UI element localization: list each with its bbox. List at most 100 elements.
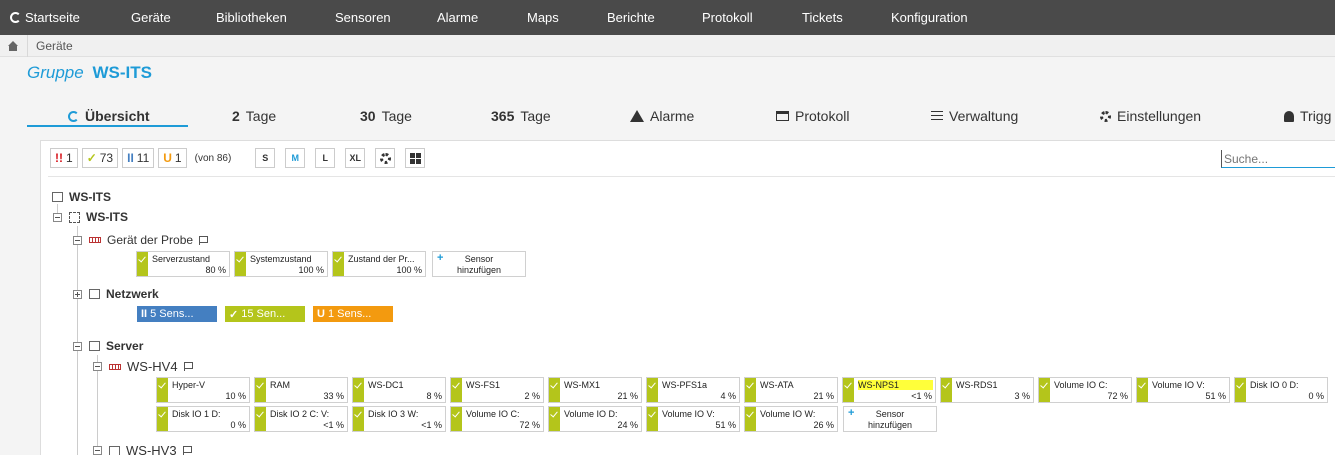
grid-view-button[interactable] <box>405 148 426 168</box>
sensor-tile[interactable]: Disk IO 1 D: 0 % <box>156 406 250 432</box>
network-unusual-summary[interactable]: U 1 Sens... <box>313 306 393 322</box>
sensor-tile[interactable]: WS-ATA 21 % <box>744 377 838 403</box>
size-m-button[interactable]: M <box>285 148 306 168</box>
check-icon <box>235 252 246 276</box>
sensor-tile[interactable]: Disk IO 2 C: V: <1 % <box>254 406 348 432</box>
size-s-button[interactable]: S <box>255 148 276 168</box>
sensor-tile[interactable]: WS-NPS1 <1 % <box>842 377 936 403</box>
add-sensor-button[interactable]: + Sensor hinzufügen <box>432 251 526 277</box>
sensor-value: 0 % <box>1308 391 1324 401</box>
probe-icon <box>69 211 80 223</box>
nav-konfiguration[interactable]: Konfiguration <box>891 0 968 35</box>
sensor-tile[interactable]: WS-FS1 2 % <box>450 377 544 403</box>
unusual-icon: U <box>317 308 325 320</box>
tree-probe-device[interactable]: Gerät der Probe <box>73 233 209 247</box>
nav-label: Startseite <box>25 10 80 25</box>
log-icon <box>776 111 789 121</box>
sensor-tile[interactable]: Volume IO C: 72 % <box>1038 377 1132 403</box>
sensor-tile[interactable]: Volume IO D: 24 % <box>548 406 642 432</box>
size-l-button[interactable]: L <box>315 148 336 168</box>
search-input[interactable] <box>1221 150 1335 168</box>
tab-triggers[interactable]: Trigg <box>1284 108 1331 124</box>
sensor-tile[interactable]: Volume IO V: 51 % <box>646 406 740 432</box>
sensor-tile[interactable]: Serverzustand 80 % <box>136 251 230 277</box>
collapse-icon[interactable] <box>53 212 62 222</box>
sensor-tile[interactable]: Zustand der Pr... 100 % <box>332 251 426 277</box>
sensor-name: WS-RDS1 <box>956 380 998 390</box>
sensor-tile[interactable]: Systemzustand 100 % <box>234 251 328 277</box>
sensor-value: 26 % <box>813 420 834 430</box>
sensor-value: 2 % <box>524 391 540 401</box>
collapse-icon[interactable] <box>73 341 82 351</box>
status-down-filter[interactable]: !! 1 <box>50 148 78 168</box>
sensor-tile[interactable]: Disk IO 3 W: <1 % <box>352 406 446 432</box>
nav-protokoll[interactable]: Protokoll <box>702 0 753 35</box>
group-icon <box>52 192 63 202</box>
check-icon: ✓ <box>86 151 97 165</box>
breadcrumb-current[interactable]: Geräte <box>36 39 73 53</box>
sensor-tile[interactable]: Volume IO V: 51 % <box>1136 377 1230 403</box>
sensor-tile[interactable]: Volume IO W: 26 % <box>744 406 838 432</box>
view-settings-button[interactable] <box>375 148 396 168</box>
tab-manage[interactable]: Verwaltung <box>931 108 1018 124</box>
sensor-tile[interactable]: WS-PFS1a 4 % <box>646 377 740 403</box>
pause-icon: II <box>141 308 148 320</box>
tree-probe-device-label: Gerät der Probe <box>107 233 194 247</box>
tab-2-days[interactable]: 2 Tage <box>232 108 276 124</box>
tab-overview[interactable]: Übersicht <box>68 108 150 124</box>
sensor-tile[interactable]: Hyper-V 10 % <box>156 377 250 403</box>
nav-geraete[interactable]: Geräte <box>131 0 171 35</box>
tab-label: Einstellungen <box>1117 108 1202 124</box>
tab-30-days[interactable]: 30 Tage <box>360 108 412 124</box>
collapse-icon[interactable] <box>93 446 102 455</box>
nav-tickets[interactable]: Tickets <box>802 0 843 35</box>
flag-icon[interactable] <box>182 446 192 455</box>
tree-group-server[interactable]: Server <box>73 339 143 353</box>
sensor-tile[interactable]: WS-MX1 21 % <box>548 377 642 403</box>
tree-root[interactable]: WS-ITS <box>52 190 111 204</box>
nav-alarme[interactable]: Alarme <box>437 0 478 35</box>
sensor-name: RAM <box>270 380 290 390</box>
status-paused-filter[interactable]: II 11 <box>122 148 155 168</box>
collapse-icon[interactable] <box>93 362 102 371</box>
sensor-tile[interactable]: RAM 33 % <box>254 377 348 403</box>
status-unusual-filter[interactable]: U 1 <box>158 148 187 168</box>
device-icon <box>109 363 121 370</box>
home-icon[interactable] <box>7 40 19 51</box>
sensor-tile[interactable]: Volume IO C: 72 % <box>450 406 544 432</box>
tree-probe-label: WS-ITS <box>86 210 128 224</box>
tab-settings[interactable]: Einstellungen <box>1100 108 1201 124</box>
check-icon <box>353 378 364 402</box>
prtg-logo-icon <box>10 12 21 23</box>
add-sensor-button[interactable]: + Sensor hinzufügen <box>843 406 937 432</box>
sensor-value: 21 % <box>813 391 834 401</box>
collapse-icon[interactable] <box>73 235 82 245</box>
check-icon <box>549 407 560 431</box>
nav-sensoren[interactable]: Sensoren <box>335 0 391 35</box>
tree-device-hv3[interactable]: WS-HV3 <box>93 443 192 455</box>
network-paused-summary[interactable]: II 5 Sens... <box>137 306 217 322</box>
flag-icon[interactable] <box>183 362 193 371</box>
nav-bibliotheken[interactable]: Bibliotheken <box>216 0 287 35</box>
sensor-value: 24 % <box>617 420 638 430</box>
sensor-tile[interactable]: WS-DC1 8 % <box>352 377 446 403</box>
sensor-tile[interactable]: Disk IO 0 D: 0 % <box>1234 377 1328 403</box>
tree-device-hv4[interactable]: WS-HV4 <box>93 359 193 374</box>
sensor-tile[interactable]: WS-RDS1 3 % <box>940 377 1034 403</box>
tab-365-days[interactable]: 365 Tage <box>491 108 551 124</box>
tree-group-network[interactable]: Netzwerk <box>73 287 159 301</box>
tab-alarms[interactable]: Alarme <box>630 108 694 124</box>
expand-icon[interactable] <box>73 289 82 299</box>
tab-label: Alarme <box>650 108 695 124</box>
nav-maps[interactable]: Maps <box>527 0 559 35</box>
nav-startseite[interactable]: Startseite <box>10 0 80 35</box>
tab-log[interactable]: Protokoll <box>776 108 849 124</box>
status-up-filter[interactable]: ✓ 73 <box>81 148 119 168</box>
check-icon <box>647 407 658 431</box>
network-up-summary[interactable]: ✓ 15 Sen... <box>225 306 305 322</box>
size-xl-button[interactable]: XL <box>345 148 366 168</box>
flag-icon[interactable] <box>199 235 209 245</box>
check-icon: ✓ <box>229 308 239 321</box>
tree-probe[interactable]: WS-ITS <box>53 210 128 224</box>
nav-berichte[interactable]: Berichte <box>607 0 655 35</box>
